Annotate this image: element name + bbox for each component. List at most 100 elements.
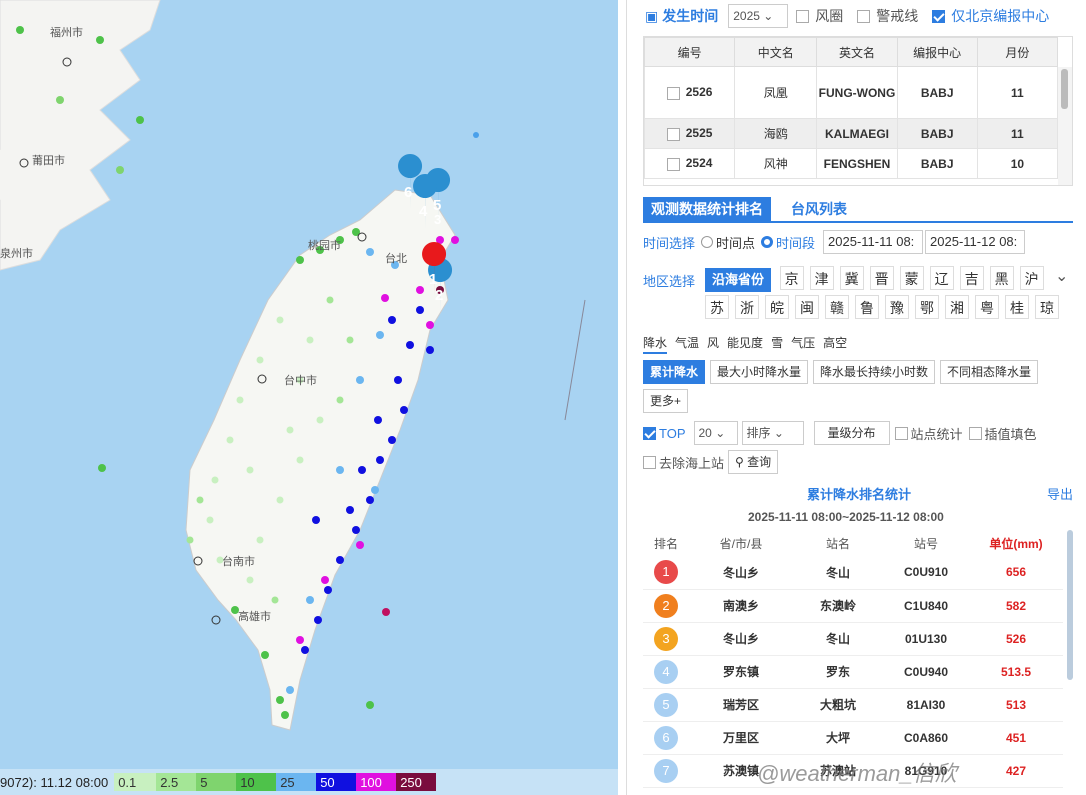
- province-蒙[interactable]: 蒙: [899, 266, 924, 290]
- city-taoyuan: 桃园市: [308, 240, 341, 252]
- babj-checkbox[interactable]: [932, 9, 946, 23]
- interp-label: 插值填色: [984, 426, 1037, 442]
- typhoon-checkbox[interactable]: [666, 127, 680, 141]
- top-label: TOP: [659, 425, 686, 441]
- typhoon-center-cell: BABJ: [896, 148, 978, 179]
- time-range-radio[interactable]: [761, 236, 774, 248]
- typhoon-col-header: 编报中心: [896, 37, 978, 67]
- precip-button[interactable]: 不同相态降水量: [940, 360, 1039, 384]
- province-吉[interactable]: 吉: [959, 266, 984, 290]
- province-赣[interactable]: 赣: [825, 295, 849, 319]
- typhoon-row[interactable]: 2525 海鸥 KALMAEGI BABJ 11: [644, 118, 1059, 149]
- ranking-station: 冬山: [793, 556, 883, 590]
- province-黑[interactable]: 黑: [989, 266, 1014, 290]
- province-鄂[interactable]: 鄂: [915, 295, 939, 319]
- province-津[interactable]: 津: [809, 266, 834, 290]
- province-豫[interactable]: 豫: [885, 295, 909, 319]
- chevron-down-icon[interactable]: ⌄: [1055, 266, 1068, 286]
- element-tab[interactable]: 气温: [675, 336, 699, 350]
- ranking-scrollbar[interactable]: [1067, 530, 1073, 680]
- ranking-row[interactable]: 4 罗东镇 罗东 C0U940 513.5: [643, 655, 1063, 689]
- top-checkbox[interactable]: [643, 426, 656, 440]
- typhoon-id: 2524: [685, 156, 713, 171]
- rank-badge: 5: [654, 692, 678, 717]
- typhoon-center-cell: BABJ: [896, 118, 978, 149]
- province-琼[interactable]: 琼: [1035, 295, 1059, 319]
- province-皖[interactable]: 皖: [765, 295, 789, 319]
- element-tab[interactable]: 气压: [791, 336, 815, 350]
- jingjiexian-checkbox[interactable]: [857, 9, 871, 23]
- sort-select[interactable]: 排序 ⌄: [741, 421, 804, 445]
- coastal-provinces-button[interactable]: 沿海省份: [705, 268, 772, 292]
- query-button[interactable]: ⚲ 查询: [728, 450, 779, 474]
- ranking-row[interactable]: 5 瑞芳区 大粗坑 81AI30 513: [643, 688, 1063, 722]
- fengquan-label: 风圈: [815, 8, 844, 24]
- remove-sea-checkbox[interactable]: [643, 455, 656, 469]
- ranking-col-header: 单位(mm): [989, 536, 1043, 551]
- grade-distribution-button[interactable]: 量级分布: [813, 421, 890, 445]
- typhoon-en-cell: FENGSHEN: [816, 148, 898, 179]
- interp-checkbox[interactable]: [968, 426, 982, 440]
- element-tab[interactable]: 能见度: [727, 336, 763, 350]
- fengquan-checkbox[interactable]: [796, 9, 810, 23]
- province-辽[interactable]: 辽: [929, 266, 954, 290]
- typhoon-id-cell[interactable]: 2525: [644, 118, 736, 149]
- province-闽[interactable]: 闽: [795, 295, 819, 319]
- typhoon-table-container[interactable]: 编号 中文名 英文名 编报中心 月份 2526 凤凰 FUNG-WONG BABJ 11 2525…: [643, 36, 1073, 186]
- marker-6[interactable]: 6: [404, 184, 412, 201]
- province-沪[interactable]: 沪: [1019, 266, 1044, 290]
- typhoon-id-cell[interactable]: 2524: [644, 148, 736, 179]
- element-tab[interactable]: 降水: [643, 336, 668, 354]
- time-point-radio[interactable]: [701, 236, 714, 248]
- province-鲁[interactable]: 鲁: [855, 295, 879, 319]
- province-苏[interactable]: 苏: [705, 295, 729, 319]
- province-冀[interactable]: 冀: [839, 266, 864, 290]
- province-粤[interactable]: 粤: [975, 295, 999, 319]
- map-view[interactable]: 6 4 5 1 2 3 福州市 莆田市 泉州市 桃园市 台北 台中市 台南市 高…: [0, 0, 618, 795]
- start-time-input[interactable]: 2025-11-11 08:: [823, 230, 924, 254]
- marker-3[interactable]: 3: [434, 212, 441, 227]
- more-button[interactable]: 更多+: [643, 389, 689, 413]
- ranking-row[interactable]: 1 冬山乡 冬山 C0U910 656: [643, 556, 1063, 590]
- tab-typhoon-list[interactable]: 台风列表: [783, 197, 855, 221]
- element-tab[interactable]: 风: [707, 336, 719, 350]
- export-button[interactable]: 导出: [1047, 484, 1073, 503]
- ranking-row[interactable]: 2 南澳乡 东澳岭 C1U840 582: [643, 589, 1063, 623]
- tab-observation-ranking[interactable]: 观测数据统计排名: [643, 197, 771, 221]
- header-row: ▣ 发生时间 2025 ⌄ 风圈 警戒线 仅北京编报中心: [645, 4, 1049, 28]
- typhoon-id-cell[interactable]: 2526: [644, 66, 736, 119]
- rank-cell: 3: [643, 622, 689, 656]
- precip-button[interactable]: 最大小时降水量: [710, 360, 809, 384]
- typhoon-checkbox[interactable]: [666, 86, 680, 100]
- province-京[interactable]: 京: [779, 266, 804, 290]
- precip-button[interactable]: 累计降水: [643, 360, 706, 384]
- time-point-label: 时间点: [716, 235, 756, 251]
- typhoon-row[interactable]: 2526 凤凰 FUNG-WONG BABJ 11: [644, 66, 1059, 119]
- marker-2[interactable]: 2: [435, 287, 443, 304]
- province-桂[interactable]: 桂: [1005, 295, 1029, 319]
- year-select[interactable]: 2025 ⌄: [728, 4, 789, 28]
- typhoon-en-cell: FUNG-WONG: [816, 66, 898, 119]
- province-row-2: 苏浙皖闽赣鲁豫鄂湘粤桂琼: [705, 295, 1065, 319]
- province-浙[interactable]: 浙: [735, 295, 759, 319]
- marker-4[interactable]: 4: [419, 203, 428, 220]
- precip-button[interactable]: 降水最长持续小时数: [813, 360, 936, 384]
- element-tab[interactable]: 雪: [771, 336, 783, 350]
- typhoon-month-cell: 11: [976, 118, 1059, 149]
- ranking-station: 罗东: [793, 655, 883, 689]
- end-time-input[interactable]: 2025-11-12 08:: [925, 230, 1026, 254]
- city-putian: 莆田市: [32, 155, 65, 167]
- typhoon-row[interactable]: 2524 风神 FENGSHEN BABJ 10: [644, 148, 1059, 179]
- province-晋[interactable]: 晋: [869, 266, 894, 290]
- map-canvas: 6 4 5 1 2 3: [0, 0, 586, 731]
- province-湘[interactable]: 湘: [945, 295, 969, 319]
- typhoon-checkbox[interactable]: [666, 157, 680, 171]
- ranking-row[interactable]: 6 万里区 大坪 C0A860 451: [643, 721, 1063, 755]
- rank-cell: 2: [643, 589, 689, 623]
- element-tab[interactable]: 高空: [823, 336, 847, 350]
- table-scrollbar[interactable]: [1058, 67, 1072, 185]
- station-stat-checkbox[interactable]: [894, 426, 908, 440]
- marker-1[interactable]: 1: [429, 271, 437, 288]
- top-n-select[interactable]: 20 ⌄: [693, 421, 738, 445]
- ranking-row[interactable]: 3 冬山乡 冬山 01U130 526: [643, 622, 1063, 656]
